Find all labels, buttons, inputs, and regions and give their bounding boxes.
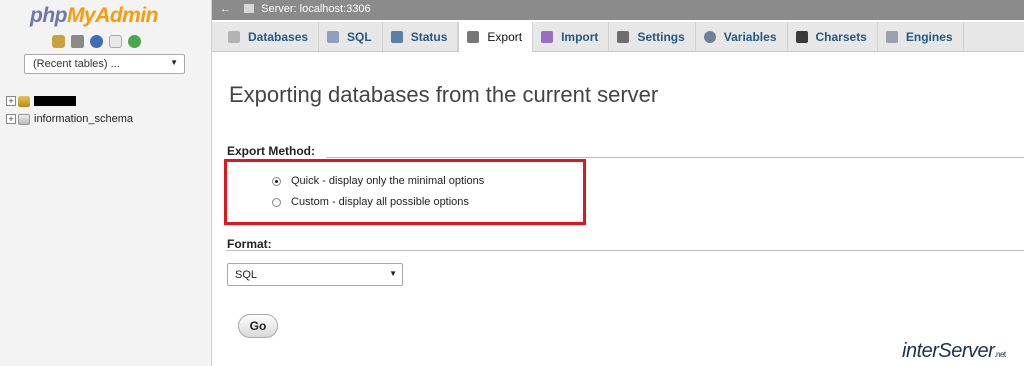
tab-label: Charsets — [815, 30, 867, 44]
tab-charsets[interactable]: Charsets — [788, 22, 878, 52]
custom-radio[interactable] — [272, 197, 281, 207]
tab-engines[interactable]: Engines — [878, 22, 964, 52]
tab-label: Engines — [905, 30, 953, 44]
charsets-icon — [795, 31, 808, 43]
chevron-down-icon: ▼ — [170, 58, 178, 67]
watermark-suffix: .net — [994, 350, 1006, 359]
recent-tables-value: (Recent tables) ... — [33, 58, 120, 70]
server-breadcrumb: ← Server: localhost:3306 — [212, 0, 1024, 20]
logout-icon[interactable] — [71, 35, 84, 48]
import-icon — [541, 31, 554, 43]
help-icon[interactable] — [90, 35, 103, 48]
database-icon — [18, 95, 30, 107]
format-label: Format: — [227, 237, 272, 251]
sql-icon — [327, 31, 340, 43]
navigation-icons — [52, 35, 141, 48]
export-icon — [467, 31, 480, 43]
tab-label: Settings — [637, 30, 685, 44]
tab-databases[interactable]: Databases — [220, 22, 320, 52]
quick-radio[interactable] — [272, 176, 281, 186]
databases-icon — [228, 31, 240, 43]
phpmyadmin-logo[interactable]: phpMyAdmin — [30, 4, 158, 28]
database-tree: + + information_schema — [6, 92, 133, 128]
logo-myadmin-text: MyAdmin — [66, 4, 159, 27]
divider — [226, 250, 1024, 251]
redacted-db-name — [34, 96, 76, 106]
status-icon — [390, 31, 403, 43]
custom-option-label: Custom - display all possible options — [291, 196, 469, 208]
tab-status[interactable]: Status — [383, 22, 459, 52]
home-icon[interactable] — [52, 35, 65, 48]
tab-export[interactable]: Export — [458, 22, 534, 52]
tree-item-information-schema[interactable]: + information_schema — [6, 110, 133, 128]
tab-label: Databases — [248, 30, 309, 44]
tab-label: Status — [410, 30, 448, 44]
recent-tables-select[interactable]: (Recent tables) ... ▼ — [24, 54, 185, 74]
page-title: Exporting databases from the current ser… — [229, 82, 659, 107]
tab-import[interactable]: Import — [533, 22, 610, 52]
tab-label: Variables — [723, 30, 777, 44]
navigation-panel: phpMyAdmin (Recent tables) ... ▼ + + inf… — [0, 0, 212, 366]
format-value: SQL — [235, 269, 258, 281]
expand-icon[interactable]: + — [6, 96, 16, 106]
quick-option[interactable]: Quick - display only the minimal options — [272, 175, 484, 187]
tab-label: SQL — [347, 30, 372, 44]
reload-icon[interactable] — [128, 35, 141, 48]
export-method-label: Export Method: — [227, 144, 315, 158]
interserver-watermark: interServer.net — [902, 340, 1006, 363]
engines-icon — [885, 31, 898, 43]
tab-settings[interactable]: Settings — [609, 22, 696, 52]
quick-option-label: Quick - display only the minimal options — [291, 175, 485, 187]
variables-icon — [703, 31, 716, 43]
database-icon — [18, 113, 30, 125]
collapse-arrow-icon[interactable]: ← — [220, 3, 231, 15]
tab-label: Import — [561, 30, 599, 44]
go-button[interactable]: Go — [238, 314, 278, 338]
chevron-down-icon: ▼ — [389, 269, 397, 278]
app-window: phpMyAdmin (Recent tables) ... ▼ + + inf… — [0, 0, 1024, 366]
wrench-icon — [617, 31, 630, 43]
format-select[interactable]: SQL ▼ — [227, 263, 403, 286]
tab-variables[interactable]: Variables — [696, 22, 788, 52]
top-menu-tabs: Databases SQL Status Export Import Setti… — [212, 22, 1024, 52]
highlight-box — [224, 159, 586, 225]
documentation-icon[interactable] — [109, 35, 122, 48]
watermark-text: interServer — [902, 340, 995, 362]
expand-icon[interactable]: + — [6, 114, 16, 124]
tab-sql[interactable]: SQL — [319, 22, 383, 52]
tree-item-redacted-db[interactable]: + — [6, 92, 133, 110]
tree-item-label: information_schema — [34, 113, 134, 125]
custom-option[interactable]: Custom - display all possible options — [272, 196, 469, 208]
server-label[interactable]: Server: localhost:3306 — [261, 3, 370, 15]
server-icon — [244, 4, 255, 13]
tab-label: Export — [487, 30, 523, 44]
logo-php-text: php — [30, 4, 67, 27]
divider — [326, 157, 1024, 158]
